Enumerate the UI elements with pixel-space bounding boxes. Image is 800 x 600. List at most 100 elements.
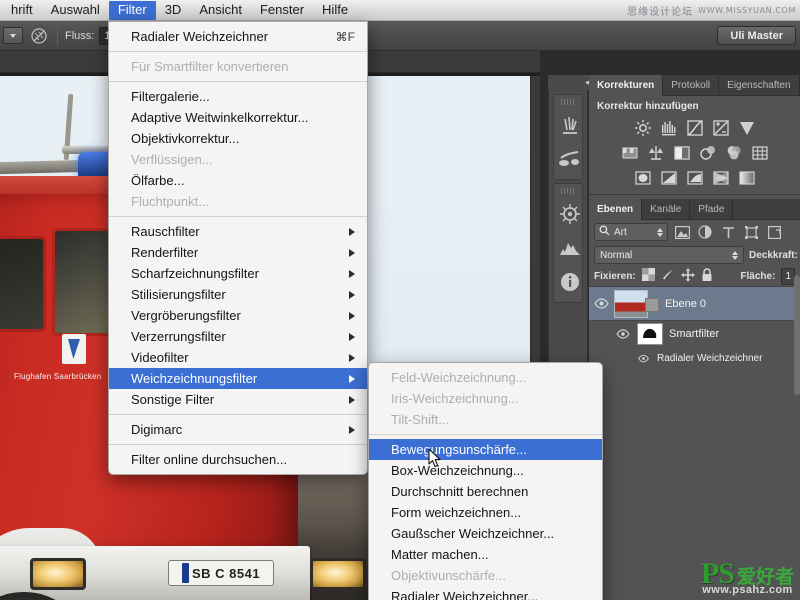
menu-item-vergröberungsfilter[interactable]: Vergröberungsfilter	[109, 305, 367, 326]
chevron-updown-icon[interactable]	[732, 250, 738, 260]
dock-grip[interactable]	[561, 99, 575, 105]
eye-icon[interactable]	[593, 298, 609, 309]
menubar-hilfe[interactable]: Hilfe	[313, 1, 357, 20]
lock-transparent-icon[interactable]	[641, 268, 655, 284]
layer-name[interactable]: Ebene 0	[665, 298, 706, 310]
type-layers-icon[interactable]	[719, 223, 737, 241]
menu-item-radialer-weichzeichner[interactable]: Radialer Weichzeichner ⌘F	[109, 26, 367, 47]
lock-all-icon[interactable]	[701, 267, 713, 285]
invert-icon[interactable]	[633, 168, 652, 187]
submenu-item-box-weichzeichnung[interactable]: Box-Weichzeichnung...	[369, 460, 602, 481]
vibrance-icon[interactable]	[737, 118, 756, 137]
lock-row[interactable]: Fixieren: Fläche: 1	[589, 266, 800, 287]
black-white-icon[interactable]	[672, 143, 691, 162]
blend-mode-row[interactable]: Normal Deckkraft: 1	[589, 244, 800, 266]
tab-eigenschaften[interactable]: Eigenschaften	[719, 75, 800, 96]
adjustment-layers-icon[interactable]	[696, 223, 714, 241]
threshold-icon[interactable]	[685, 168, 704, 187]
menubar-ansicht[interactable]: Ansicht	[190, 1, 251, 20]
blend-mode-select[interactable]: Normal	[594, 246, 744, 264]
menubar-filter[interactable]: Filter	[108, 0, 156, 20]
menu-item-adaptive-weitwinkelkorrektur[interactable]: Adaptive Weitwinkelkorrektur...	[109, 107, 367, 128]
tab-protokoll[interactable]: Protokoll	[663, 75, 720, 96]
adjustment-icon-row-1[interactable]	[589, 115, 800, 140]
menu-item-filter-online-durchsuchen[interactable]: Filter online durchsuchen...	[109, 449, 367, 470]
selective-color-icon[interactable]	[737, 168, 756, 187]
curves-icon[interactable]	[685, 118, 704, 137]
color-lookup-icon[interactable]	[750, 143, 769, 162]
layer-filter-kind-select[interactable]: Art	[594, 223, 668, 241]
layer-smartfilter-row[interactable]: Smartfilter	[589, 321, 800, 347]
posterize-icon[interactable]	[659, 168, 678, 187]
submenu-item-radialer-weichzeichner[interactable]: Radialer Weichzeichner...	[369, 586, 602, 600]
dock-group-navigator[interactable]	[553, 183, 583, 303]
clone-source-icon[interactable]	[554, 142, 586, 176]
menu-item-digimarc[interactable]: Digimarc	[109, 419, 367, 440]
layers-filter-row[interactable]: Art	[589, 220, 800, 244]
tab-kanaele[interactable]: Kanäle	[642, 199, 691, 220]
menu-item-verzerrungsfilter[interactable]: Verzerrungsfilter	[109, 326, 367, 347]
adjustment-icon-row-3[interactable]	[589, 165, 800, 190]
info-icon[interactable]	[554, 265, 586, 299]
adjustments-panel-tabs[interactable]: Korrekturen Protokoll Eigenschaften	[589, 75, 800, 96]
submenu-item-durchschnitt-berechnen[interactable]: Durchschnitt berechnen	[369, 481, 602, 502]
blur-submenu[interactable]: Feld-Weichzeichnung... Iris-Weichzeichnun…	[368, 362, 603, 600]
layers-panel-scrollbar[interactable]	[794, 275, 800, 395]
submenu-item-matter-machen[interactable]: Matter machen...	[369, 544, 602, 565]
layer-row-ebene-0[interactable]: Ebene 0	[589, 287, 800, 321]
menu-item-stilisierungsfilter[interactable]: Stilisierungsfilter	[109, 284, 367, 305]
histogram-icon[interactable]	[554, 231, 586, 265]
channel-mixer-icon[interactable]	[724, 143, 743, 162]
layer-filter-entry-row[interactable]: Radialer Weichzeichner	[589, 347, 800, 369]
tab-korrekturen[interactable]: Korrekturen	[589, 75, 664, 96]
menubar-3d[interactable]: 3D	[156, 1, 191, 20]
chevron-updown-icon[interactable]	[657, 227, 663, 237]
layer-thumbnail[interactable]	[614, 289, 659, 318]
lock-position-icon[interactable]	[680, 267, 695, 285]
menu-item-filtergalerie[interactable]: Filtergalerie...	[109, 86, 367, 107]
shape-layers-icon[interactable]	[742, 223, 760, 241]
levels-icon[interactable]	[659, 118, 678, 137]
submenu-item-form-weichzeichnen[interactable]: Form weichzeichnen...	[369, 502, 602, 523]
menu-item-weichzeichnungsfilter[interactable]: Weichzeichnungsfilter	[109, 368, 367, 389]
tab-ebenen[interactable]: Ebenen	[589, 199, 643, 220]
dock-grip[interactable]	[561, 188, 575, 194]
menu-item-sonstige-filter[interactable]: Sonstige Filter	[109, 389, 367, 410]
menubar-fenster[interactable]: Fenster	[251, 1, 313, 20]
menu-item-rauschfilter[interactable]: Rauschfilter	[109, 221, 367, 242]
tab-pfade[interactable]: Pfade	[690, 199, 734, 220]
smartfilter-label[interactable]: Smartfilter	[669, 328, 719, 340]
menu-item-ölfarbe[interactable]: Ölfarbe...	[109, 170, 367, 191]
hue-saturation-icon[interactable]	[620, 143, 639, 162]
menu-item-scharfzeichnungsfilter[interactable]: Scharfzeichnungsfilter	[109, 263, 367, 284]
brightness-contrast-icon[interactable]	[633, 118, 652, 137]
user-account-button[interactable]: Uli Master	[717, 26, 796, 45]
fill-value[interactable]: 1	[781, 267, 795, 285]
dock-group-brushes[interactable]	[553, 94, 583, 180]
exposure-icon[interactable]	[711, 118, 730, 137]
airbrush-icon[interactable]	[28, 25, 50, 47]
smartfilter-mask-thumbnail[interactable]	[637, 323, 663, 345]
submenu-item-bewegungsunschärfe[interactable]: Bewegungsunschärfe...	[369, 439, 602, 460]
adjustment-icon-row-2[interactable]	[589, 140, 800, 165]
photo-filter-icon[interactable]	[698, 143, 717, 162]
brushes-icon[interactable]	[554, 108, 586, 142]
menu-item-renderfilter[interactable]: Renderfilter	[109, 242, 367, 263]
eye-icon[interactable]	[635, 354, 651, 363]
eye-icon[interactable]	[615, 329, 631, 339]
layers-panel-tabs[interactable]: Ebenen Kanäle Pfade	[589, 199, 800, 220]
gradient-map-icon[interactable]	[711, 168, 730, 187]
color-balance-icon[interactable]	[646, 143, 665, 162]
pixel-layers-icon[interactable]	[673, 223, 691, 241]
filter-dropdown-menu[interactable]: Radialer Weichzeichner ⌘F Für Smartfilter …	[108, 21, 368, 475]
navigator-icon[interactable]	[554, 197, 586, 231]
filter-entry-label[interactable]: Radialer Weichzeichner	[657, 353, 762, 364]
smart-object-icon[interactable]	[765, 223, 783, 241]
menu-item-objektivkorrektur[interactable]: Objektivkorrektur...	[109, 128, 367, 149]
menu-item-videofilter[interactable]: Videofilter	[109, 347, 367, 368]
brush-preset-picker[interactable]	[3, 27, 23, 44]
submenu-item-gaußscher-weichzeichner[interactable]: Gaußscher Weichzeichner...	[369, 523, 602, 544]
menubar-auswahl[interactable]: Auswahl	[42, 1, 109, 20]
menubar-schrift[interactable]: hrift	[2, 1, 42, 20]
lock-image-icon[interactable]	[661, 268, 675, 284]
